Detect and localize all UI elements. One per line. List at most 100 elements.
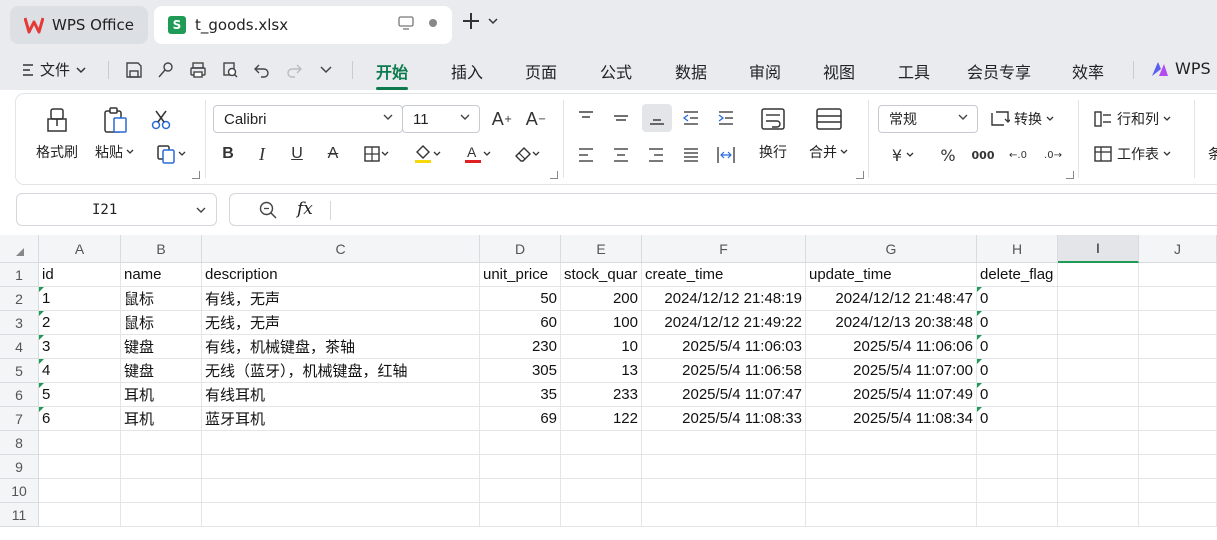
table-cell[interactable] [642, 431, 806, 455]
paste-button[interactable]: 粘贴 [95, 106, 134, 162]
table-cell[interactable]: 有线耳机 [202, 383, 480, 407]
borders-button[interactable] [358, 142, 394, 166]
table-cell[interactable]: 0 [977, 335, 1058, 359]
currency-format-button[interactable]: ¥ [884, 143, 922, 167]
table-cell[interactable] [561, 479, 642, 503]
menu-item-efficiency[interactable]: 效率 [1072, 59, 1104, 83]
table-cell[interactable] [1058, 311, 1139, 335]
menu-item-formula[interactable]: 公式 [600, 59, 632, 83]
align-top-icon[interactable] [574, 106, 598, 130]
new-tab-plus-icon[interactable] [462, 12, 480, 30]
spreadsheet-grid[interactable]: A B C D E F G H I J 1 id name description unit_price st… [0, 235, 1217, 540]
worksheet-button[interactable]: 工作表 [1093, 144, 1171, 164]
header-cell[interactable]: create_time [642, 263, 806, 287]
increase-indent-icon[interactable] [714, 106, 738, 130]
column-header-e[interactable]: E [561, 235, 642, 263]
menu-item-home[interactable]: 开始 [376, 59, 409, 90]
row-header-1[interactable]: 1 [0, 263, 39, 287]
font-color-button[interactable]: A [458, 142, 496, 166]
table-cell[interactable]: 2025/5/4 11:06:03 [642, 335, 806, 359]
table-cell[interactable] [39, 431, 121, 455]
table-cell[interactable]: 122 [561, 407, 642, 431]
row-header-4[interactable]: 4 [0, 335, 39, 359]
table-cell[interactable]: 233 [561, 383, 642, 407]
table-cell[interactable] [561, 503, 642, 527]
table-cell[interactable] [480, 503, 561, 527]
table-cell[interactable] [1058, 479, 1139, 503]
print-preview-icon[interactable] [218, 58, 242, 82]
header-cell[interactable] [1139, 263, 1217, 287]
table-cell[interactable] [1139, 479, 1217, 503]
table-cell[interactable]: 蓝牙耳机 [202, 407, 480, 431]
table-cell[interactable]: 0 [977, 359, 1058, 383]
table-cell[interactable]: 0 [977, 407, 1058, 431]
table-cell[interactable]: 2024/12/13 20:38:48 [806, 311, 977, 335]
column-header-h[interactable]: H [977, 235, 1058, 263]
table-cell[interactable] [1139, 455, 1217, 479]
table-cell[interactable] [806, 455, 977, 479]
table-cell[interactable] [642, 455, 806, 479]
rows-columns-button[interactable]: 行和列 [1093, 109, 1171, 129]
chevron-down-icon[interactable] [488, 17, 498, 25]
table-cell[interactable]: 0 [977, 287, 1058, 311]
header-cell[interactable]: update_time [806, 263, 977, 287]
table-cell[interactable]: 0 [977, 311, 1058, 335]
strikethrough-icon[interactable]: A [321, 142, 345, 166]
table-cell[interactable]: 鼠标 [121, 287, 202, 311]
row-header-7[interactable]: 7 [0, 407, 39, 431]
table-cell[interactable] [121, 431, 202, 455]
table-cell[interactable]: 4 [39, 359, 121, 383]
table-cell[interactable] [480, 455, 561, 479]
format-painter-button[interactable]: 格式刷 [36, 106, 78, 162]
column-header-f[interactable]: F [642, 235, 806, 263]
row-header-2[interactable]: 2 [0, 287, 39, 311]
export-icon[interactable] [154, 58, 178, 82]
table-cell[interactable] [480, 479, 561, 503]
menu-item-wps-ai[interactable]: WPS [1151, 59, 1211, 78]
table-cell[interactable]: 200 [561, 287, 642, 311]
table-cell[interactable]: 键盘 [121, 335, 202, 359]
table-cell[interactable]: 10 [561, 335, 642, 359]
column-header-i[interactable]: I [1058, 235, 1139, 263]
table-cell[interactable] [1058, 335, 1139, 359]
table-cell[interactable] [1139, 503, 1217, 527]
table-cell[interactable] [202, 479, 480, 503]
thousands-separator-icon[interactable]: 000 [971, 143, 995, 167]
column-header-g[interactable]: G [806, 235, 977, 263]
table-cell[interactable]: 2025/5/4 11:06:58 [642, 359, 806, 383]
table-cell[interactable]: 6 [39, 407, 121, 431]
align-bottom-icon[interactable] [642, 104, 672, 132]
customize-toolbar-chevron-icon[interactable] [314, 58, 338, 82]
merge-cells-button[interactable]: 合并 [809, 106, 848, 162]
header-cell[interactable]: description [202, 263, 480, 287]
table-cell[interactable]: 13 [561, 359, 642, 383]
table-cell[interactable] [121, 479, 202, 503]
table-cell[interactable] [1058, 503, 1139, 527]
table-cell[interactable]: 3 [39, 335, 121, 359]
distributed-align-icon[interactable] [714, 143, 738, 167]
header-cell[interactable]: name [121, 263, 202, 287]
undo-icon[interactable] [250, 58, 274, 82]
table-cell[interactable]: 2025/5/4 11:07:00 [806, 359, 977, 383]
align-middle-icon[interactable] [609, 106, 633, 130]
unsaved-dot-icon[interactable] [428, 18, 438, 28]
italic-icon[interactable]: I [250, 142, 274, 166]
table-cell[interactable] [1058, 383, 1139, 407]
column-header-j[interactable]: J [1139, 235, 1217, 263]
table-cell[interactable] [806, 503, 977, 527]
alignment-group-launcher-icon[interactable] [856, 171, 864, 179]
truncated-ribbon-item[interactable]: 条 [1208, 144, 1217, 164]
table-cell[interactable]: 35 [480, 383, 561, 407]
table-cell[interactable]: 50 [480, 287, 561, 311]
table-cell[interactable] [1139, 359, 1217, 383]
table-cell[interactable] [977, 479, 1058, 503]
table-cell[interactable] [39, 479, 121, 503]
clear-format-button[interactable] [509, 142, 545, 166]
menu-item-member[interactable]: 会员专享 [967, 59, 1031, 83]
row-header-5[interactable]: 5 [0, 359, 39, 383]
font-group-launcher-icon[interactable] [550, 171, 558, 179]
table-cell[interactable] [1058, 407, 1139, 431]
table-cell[interactable] [561, 431, 642, 455]
table-cell[interactable]: 无线（蓝牙），机械键盘，红轴 [202, 359, 480, 383]
table-cell[interactable] [39, 455, 121, 479]
